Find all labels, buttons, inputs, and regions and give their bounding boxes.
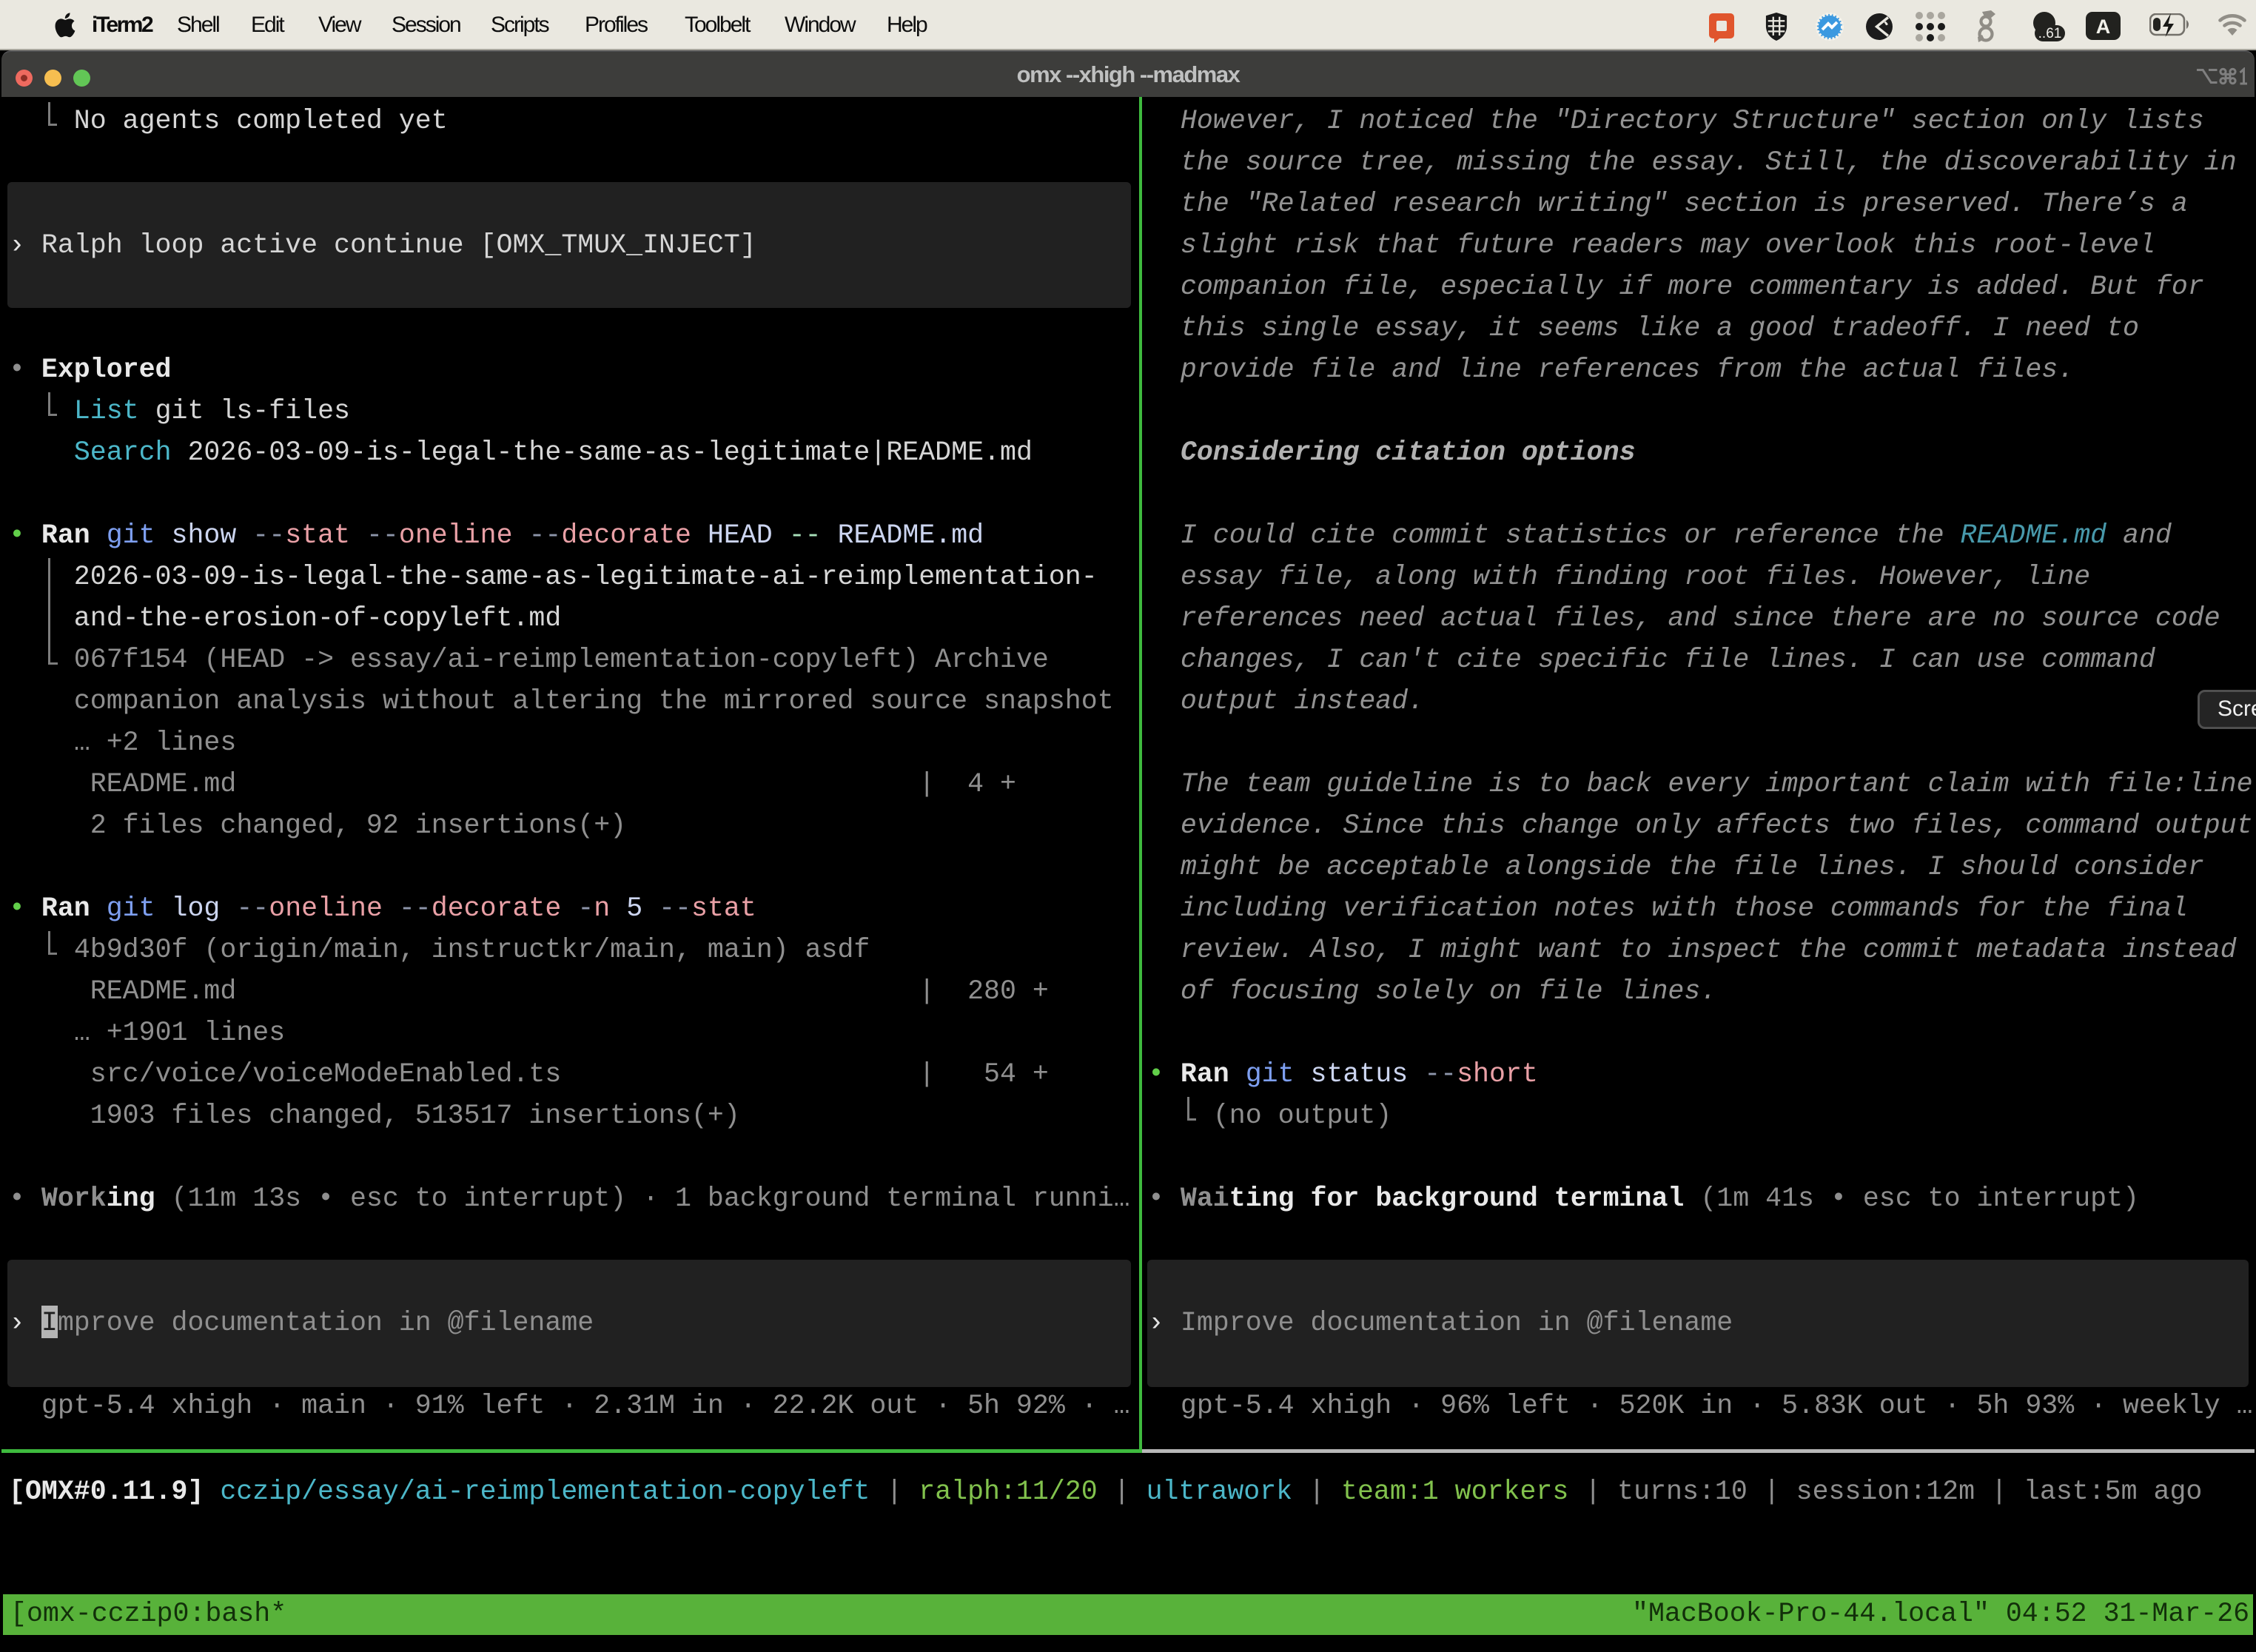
svg-text:A: A bbox=[2096, 16, 2111, 38]
svg-text:..61: ..61 bbox=[2038, 26, 2062, 41]
